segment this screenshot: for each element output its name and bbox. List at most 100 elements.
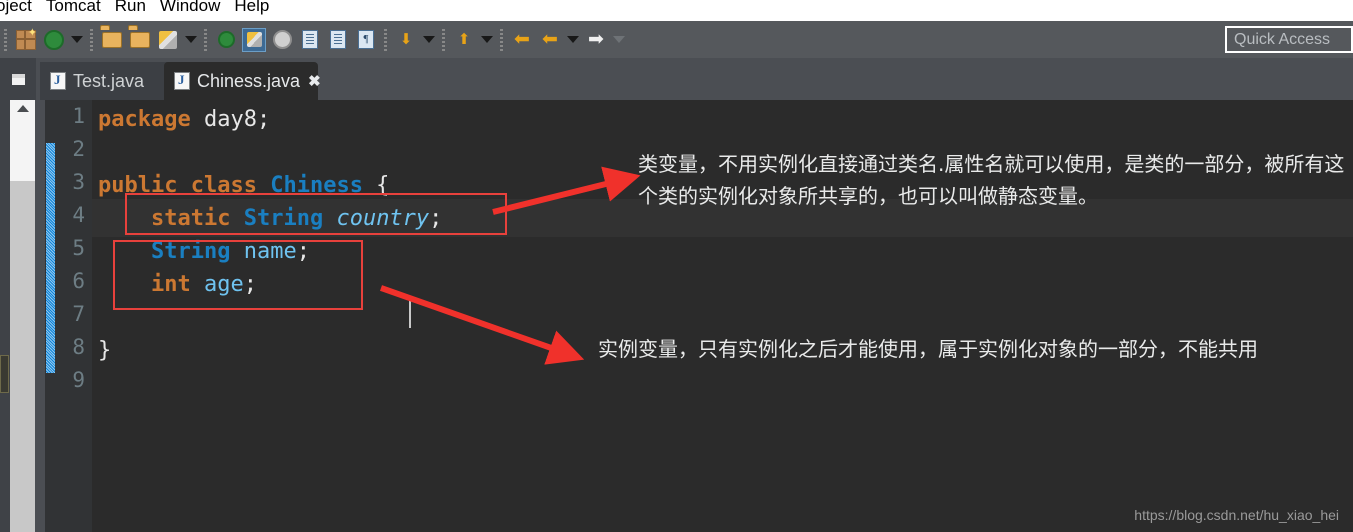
caret-down-icon bbox=[567, 36, 579, 43]
debug-bug-icon bbox=[217, 31, 235, 48]
green-c-icon bbox=[44, 29, 64, 50]
paragraph-icon: ¶ bbox=[358, 30, 374, 49]
open-doc-button[interactable] bbox=[326, 28, 350, 52]
export-up-icon: ⬆ bbox=[457, 31, 471, 48]
toolbar-separator bbox=[384, 28, 387, 51]
export-button[interactable]: ⬆ bbox=[452, 28, 476, 52]
import-dropdown-button[interactable] bbox=[421, 28, 437, 52]
open-type-button[interactable] bbox=[100, 28, 124, 52]
menu-item-tomcat[interactable]: Tomcat bbox=[46, 0, 115, 19]
export-dropdown-button[interactable] bbox=[479, 28, 495, 52]
open-folder-icon bbox=[130, 31, 150, 48]
toolbar-separator bbox=[204, 28, 207, 51]
caret-down-icon bbox=[185, 36, 197, 43]
code-line[interactable] bbox=[92, 364, 1353, 402]
pencil-icon bbox=[159, 30, 177, 49]
java-file-icon bbox=[174, 72, 190, 90]
forward-dropdown-button[interactable] bbox=[611, 28, 627, 52]
toggle-mark-button[interactable]: ¶ bbox=[354, 28, 378, 52]
close-icon[interactable]: ✖ bbox=[308, 72, 321, 90]
toolbar-separator bbox=[4, 28, 7, 51]
save-dropdown-button[interactable] bbox=[183, 28, 199, 52]
code-token: ; bbox=[296, 238, 310, 264]
code-token: ; bbox=[429, 205, 443, 231]
save-button[interactable] bbox=[156, 28, 180, 52]
java-file-icon bbox=[50, 72, 66, 90]
watermark-url: https://blog.csdn.net/hu_xiao_hei bbox=[1134, 507, 1339, 523]
toolbar-separator bbox=[442, 28, 445, 51]
run-button[interactable] bbox=[242, 27, 266, 52]
forward-button[interactable]: ➡ bbox=[584, 28, 608, 52]
caret-down-dim-icon bbox=[613, 36, 625, 43]
code-token: age bbox=[203, 271, 244, 297]
code-token: int bbox=[150, 271, 191, 297]
back-arrow-icon: ⬅ bbox=[542, 29, 558, 50]
code-token: day8; bbox=[203, 106, 271, 132]
import-button[interactable]: ⬇ bbox=[394, 28, 418, 52]
quick-access-field[interactable]: Quick Access bbox=[1225, 26, 1353, 53]
quick-access-placeholder: Quick Access bbox=[1234, 30, 1331, 48]
run-highlight-icon bbox=[246, 32, 262, 47]
tab-chiness-java[interactable]: Chiness.java ✖ bbox=[164, 62, 321, 100]
new-java-class-button[interactable] bbox=[42, 28, 66, 52]
caret-down-icon bbox=[71, 36, 83, 43]
new-java-project-button[interactable] bbox=[298, 28, 322, 52]
menu-bar: oject Tomcat Run Window Help bbox=[0, 0, 1353, 21]
external-tools-button[interactable] bbox=[270, 28, 294, 52]
chevron-up-icon bbox=[16, 105, 29, 112]
menu-item-run[interactable]: Run bbox=[115, 0, 160, 19]
back-arrow-annotated-icon: ⬅ bbox=[514, 29, 530, 50]
caret-down-icon bbox=[423, 36, 435, 43]
back-dropdown-button[interactable] bbox=[565, 28, 581, 52]
code-token: String bbox=[150, 238, 231, 264]
new-dropdown-button[interactable] bbox=[69, 28, 85, 52]
gutter-marker-column bbox=[35, 100, 45, 532]
back-history-button[interactable]: ⬅ bbox=[510, 28, 534, 52]
caret-down-icon bbox=[481, 36, 493, 43]
code-token: String bbox=[243, 205, 324, 231]
open-resource-button[interactable] bbox=[128, 28, 152, 52]
import-down-icon: ⬇ bbox=[399, 31, 413, 48]
window-restore-icon bbox=[11, 73, 25, 85]
debug-button[interactable] bbox=[214, 28, 238, 52]
tab-label: Chiness.java bbox=[197, 70, 301, 91]
gear-tools-icon bbox=[272, 30, 292, 49]
main-toolbar: ✦ ¶ ⬇ ⬆ ⬅ ⬅ ➡ bbox=[0, 21, 1353, 59]
editor-tab-strip: Test.java Chiness.java ✖ bbox=[0, 58, 1353, 100]
new-grid-icon: ✦ bbox=[16, 27, 37, 50]
doc-arrow-icon bbox=[302, 30, 318, 49]
vertical-scrollbar[interactable] bbox=[10, 100, 35, 532]
open-folder-purple-icon bbox=[102, 31, 122, 48]
changed-lines-marker bbox=[46, 143, 55, 373]
menu-item-window[interactable]: Window bbox=[160, 0, 234, 19]
doc-lines-icon bbox=[330, 30, 346, 49]
left-rail bbox=[0, 100, 10, 532]
code-token: country bbox=[336, 205, 430, 231]
tab-label: Test.java bbox=[73, 70, 145, 91]
annotation-static-variable: 类变量，不用实例化直接通过类名.属性名就可以使用，是类的一部分，被所有这个类的实… bbox=[638, 152, 1345, 208]
code-token: { bbox=[362, 172, 390, 198]
code-token: static bbox=[150, 205, 231, 231]
code-token: name bbox=[243, 238, 297, 264]
menu-item-help[interactable]: Help bbox=[234, 0, 283, 19]
menu-item-project[interactable]: oject bbox=[0, 0, 46, 19]
toolbar-separator bbox=[500, 28, 503, 51]
code-token: ; bbox=[243, 271, 257, 297]
tab-test-java[interactable]: Test.java bbox=[40, 62, 172, 100]
annotation-instance-variable: 实例变量，只有实例化之后才能使用，属于实例化对象的一部分，不能共用 bbox=[598, 337, 1258, 361]
forward-arrow-icon: ➡ bbox=[588, 29, 604, 50]
restore-view-button[interactable] bbox=[0, 58, 36, 100]
scrollbar-thumb[interactable] bbox=[10, 100, 35, 181]
back-button[interactable]: ⬅ bbox=[538, 28, 562, 52]
new-wizard-button[interactable]: ✦ bbox=[14, 27, 38, 52]
code-token: class bbox=[190, 172, 257, 198]
rail-marker bbox=[0, 355, 9, 393]
code-token: } bbox=[98, 337, 112, 363]
